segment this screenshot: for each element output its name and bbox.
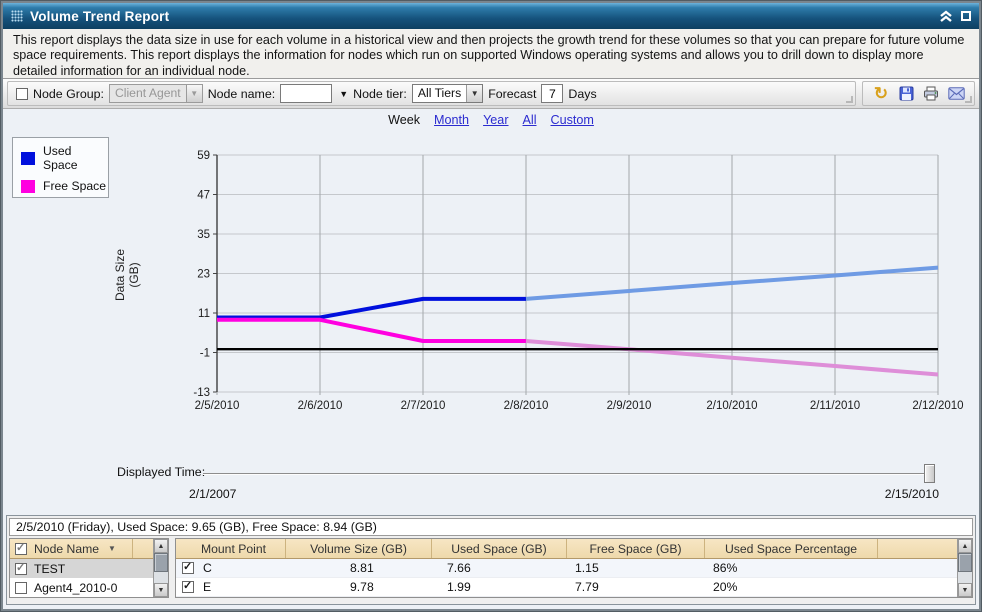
mount-point-header[interactable]: Mount Point <box>176 539 286 558</box>
save-icon[interactable] <box>896 84 916 104</box>
volume-trend-report-window: Volume Trend Report This report displays… <box>0 0 982 612</box>
slider-end-date: 2/15/2010 <box>885 487 939 501</box>
x-tick-label: 2/8/2010 <box>504 400 549 412</box>
displayed-time-section: Displayed Time: 2/1/2007 2/15/2010 <box>3 457 979 515</box>
volume-row-e[interactable]: E 9.78 1.99 7.79 20% <box>176 578 957 597</box>
time-range-week[interactable]: Week <box>388 113 420 127</box>
sort-desc-icon: ▼ <box>108 544 116 553</box>
free-space-header[interactable]: Free Space (GB) <box>567 539 705 558</box>
node-tier-label: Node tier: <box>353 87 407 101</box>
node-group-label: Node Group: <box>33 87 104 101</box>
slider-start-date: 2/1/2007 <box>189 487 236 501</box>
node-row-test[interactable]: TEST <box>10 559 153 578</box>
scrollbar-thumb[interactable] <box>154 553 168 572</box>
node-name-dropdown-icon[interactable]: ▼ <box>339 89 348 99</box>
y-tick-label: 35 <box>197 229 210 241</box>
time-range-links: Week Month Year All Custom <box>3 109 979 131</box>
time-range-custom[interactable]: Custom <box>551 113 594 127</box>
forecast-label: Forecast <box>488 87 536 101</box>
time-slider-track[interactable] <box>203 473 935 475</box>
y-tick-label: 23 <box>197 269 210 281</box>
node-table: Node Name ▼ TEST Ag <box>9 538 169 598</box>
series-line <box>217 320 526 341</box>
used-space-pct-header[interactable]: Used Space Percentage <box>705 539 878 558</box>
email-icon[interactable] <box>946 84 966 104</box>
node-row-checkbox[interactable] <box>15 582 27 594</box>
y-tick-label: 47 <box>197 190 210 202</box>
node-name-input[interactable] <box>280 84 332 103</box>
node-row-agent4[interactable]: Agent4_2010-0 <box>10 578 153 597</box>
scroll-down-icon[interactable]: ▼ <box>958 583 972 597</box>
node-group-select[interactable]: Client Agent ▼ <box>109 84 203 103</box>
node-row-checkbox[interactable] <box>15 563 27 575</box>
node-group-checkbox[interactable] <box>16 88 28 100</box>
chart-area: Used Space Free Space Data Size (GB) 594… <box>3 131 979 457</box>
volume-size-header[interactable]: Volume Size (GB) <box>286 539 432 558</box>
y-tick-label: -1 <box>200 348 210 360</box>
y-tick-label: 11 <box>198 308 210 320</box>
trend-chart: 59 47 35 23 11 -1 -132/5/2010 2/6/2010 2/7/2010 2… <box>3 131 982 457</box>
time-range-year[interactable]: Year <box>483 113 508 127</box>
toolbar-filters-group: Node Group: Client Agent ▼ Node name: ▼ … <box>7 81 856 106</box>
series-line <box>217 299 526 318</box>
used-space-header[interactable]: Used Space (GB) <box>432 539 567 558</box>
time-range-month[interactable]: Month <box>434 113 469 127</box>
title-bar: Volume Trend Report <box>3 3 979 29</box>
volume-table: Mount Point Volume Size (GB) Used Space … <box>175 538 973 598</box>
y-tick-label: 59 <box>197 150 210 162</box>
forecast-unit-label: Days <box>568 87 596 101</box>
chevron-down-icon: ▼ <box>466 85 482 102</box>
scrollbar-thumb[interactable] <box>958 553 972 572</box>
scroll-down-icon[interactable]: ▼ <box>154 583 168 597</box>
x-tick-label: 2/12/2010 <box>912 400 963 412</box>
grip-icon <box>11 10 23 22</box>
selection-status-line: 2/5/2010 (Friday), Used Space: 9.65 (GB)… <box>9 518 973 536</box>
print-icon[interactable] <box>921 84 941 104</box>
volume-row-checkbox[interactable] <box>182 562 194 574</box>
detail-panel: 2/5/2010 (Friday), Used Space: 9.65 (GB)… <box>6 515 976 605</box>
node-table-scrollbar[interactable]: ▲ ▼ <box>153 539 168 597</box>
node-name-label: Node name: <box>208 87 276 101</box>
volume-row-checkbox[interactable] <box>182 581 194 593</box>
toolbar-actions-group: ↻ <box>862 81 975 106</box>
refresh-icon[interactable]: ↻ <box>871 84 891 104</box>
scroll-up-icon[interactable]: ▲ <box>154 539 168 553</box>
scroll-up-icon[interactable]: ▲ <box>958 539 972 553</box>
report-description: This report displays the data size in us… <box>3 29 979 79</box>
collapse-icon[interactable] <box>939 10 953 23</box>
time-range-all[interactable]: All <box>523 113 537 127</box>
forecast-input[interactable] <box>541 84 563 103</box>
x-tick-label: 2/5/2010 <box>195 400 240 412</box>
chevron-down-icon: ▼ <box>186 85 202 102</box>
maximize-icon[interactable] <box>961 11 971 21</box>
x-tick-label: 2/6/2010 <box>298 400 343 412</box>
time-slider-thumb[interactable] <box>924 464 935 483</box>
y-tick-label: -13 <box>193 387 210 399</box>
x-tick-label: 2/7/2010 <box>401 400 446 412</box>
displayed-time-label: Displayed Time: <box>117 465 205 479</box>
volume-row-c[interactable]: C 8.81 7.66 1.15 86% <box>176 559 957 578</box>
toolbar: Node Group: Client Agent ▼ Node name: ▼ … <box>3 79 979 109</box>
node-name-header[interactable]: Node Name ▼ <box>10 539 133 558</box>
x-tick-label: 2/10/2010 <box>706 400 757 412</box>
page-title: Volume Trend Report <box>30 9 169 24</box>
volume-table-scrollbar[interactable]: ▲ ▼ <box>957 539 972 597</box>
node-header-checkbox[interactable] <box>15 543 27 555</box>
x-tick-label: 2/11/2010 <box>810 400 860 412</box>
node-tier-select[interactable]: All Tiers ▼ <box>412 84 483 103</box>
x-tick-label: 2/9/2010 <box>607 400 652 412</box>
